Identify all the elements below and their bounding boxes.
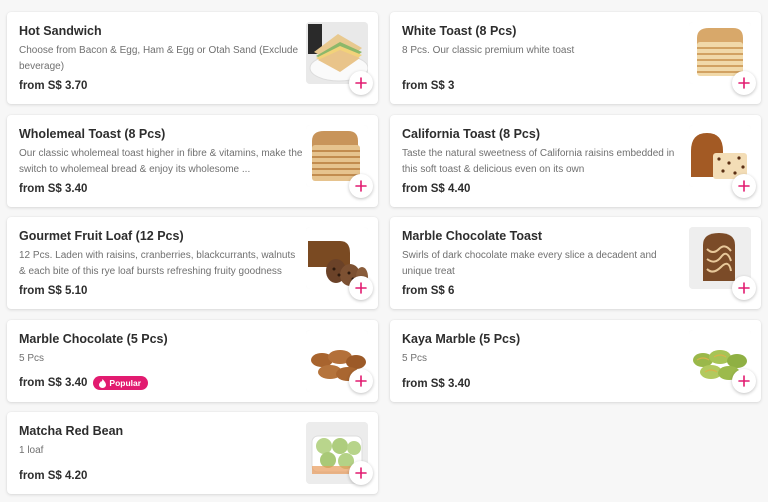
item-price: from S$ 5.10 (19, 285, 88, 297)
item-description: Choose from Bacon & Egg, Ham & Egg or Ot… (19, 45, 299, 72)
add-to-cart-button[interactable] (732, 174, 756, 198)
item-description: Swirls of dark chocolate make every slic… (402, 250, 657, 277)
item-price: from S$ 3.40 Popular (19, 376, 149, 390)
item-description: 5 Pcs (19, 353, 45, 364)
menu-item-card[interactable]: Gourmet Fruit Loaf (12 Pcs) 12 Pcs. Lade… (7, 217, 378, 309)
item-price: from S$ 3 (402, 80, 455, 92)
plus-icon (738, 180, 750, 192)
item-description: 8 Pcs. Our classic premium white toast (402, 45, 575, 56)
menu-item-card[interactable]: Wholemeal Toast (8 Pcs) Our classic whol… (7, 115, 378, 207)
item-description: 5 Pcs (402, 353, 428, 364)
plus-icon (355, 282, 367, 294)
item-description: Taste the natural sweetness of Californi… (402, 148, 675, 175)
add-to-cart-button[interactable] (349, 461, 373, 485)
item-price: from S$ 3.40 (19, 183, 88, 195)
add-to-cart-button[interactable] (349, 276, 373, 300)
menu-item-card[interactable]: White Toast (8 Pcs) 8 Pcs. Our classic p… (390, 12, 761, 104)
menu-item-card[interactable]: Marble Chocolate Toast Swirls of dark ch… (390, 217, 761, 309)
menu-item-card[interactable]: Marble Chocolate (5 Pcs) 5 Pcs from S$ 3… (7, 320, 378, 402)
plus-icon (355, 77, 367, 89)
flame-icon (99, 378, 107, 388)
menu-item-card[interactable]: Kaya Marble (5 Pcs) 5 Pcs from S$ 3.40 (390, 320, 761, 402)
item-description: 1 loaf (19, 445, 44, 456)
popular-badge: Popular (93, 376, 149, 390)
add-to-cart-button[interactable] (349, 369, 373, 393)
menu-item-card[interactable]: California Toast (8 Pcs) Taste the natur… (390, 115, 761, 207)
menu-item-card[interactable]: Hot Sandwich Choose from Bacon & Egg, Ha… (7, 12, 378, 104)
item-price: from S$ 3.40 (402, 378, 471, 390)
menu-grid: Hot Sandwich Choose from Bacon & Egg, Ha… (0, 0, 768, 502)
item-description: Our classic wholemeal toast higher in fi… (19, 148, 303, 175)
add-to-cart-button[interactable] (349, 71, 373, 95)
plus-icon (355, 467, 367, 479)
add-to-cart-button[interactable] (732, 71, 756, 95)
item-price: from S$ 6 (402, 285, 455, 297)
plus-icon (355, 375, 367, 387)
plus-icon (738, 77, 750, 89)
menu-item-card[interactable]: Matcha Red Bean 1 loaf from S$ 4.20 (7, 412, 378, 494)
add-to-cart-button[interactable] (732, 276, 756, 300)
item-price: from S$ 4.40 (402, 183, 471, 195)
add-to-cart-button[interactable] (732, 369, 756, 393)
plus-icon (738, 282, 750, 294)
item-description: 12 Pcs. Laden with raisins, cranberries,… (19, 250, 296, 277)
item-price: from S$ 3.70 (19, 80, 88, 92)
add-to-cart-button[interactable] (349, 174, 373, 198)
plus-icon (355, 180, 367, 192)
plus-icon (738, 375, 750, 387)
item-price: from S$ 4.20 (19, 470, 88, 482)
